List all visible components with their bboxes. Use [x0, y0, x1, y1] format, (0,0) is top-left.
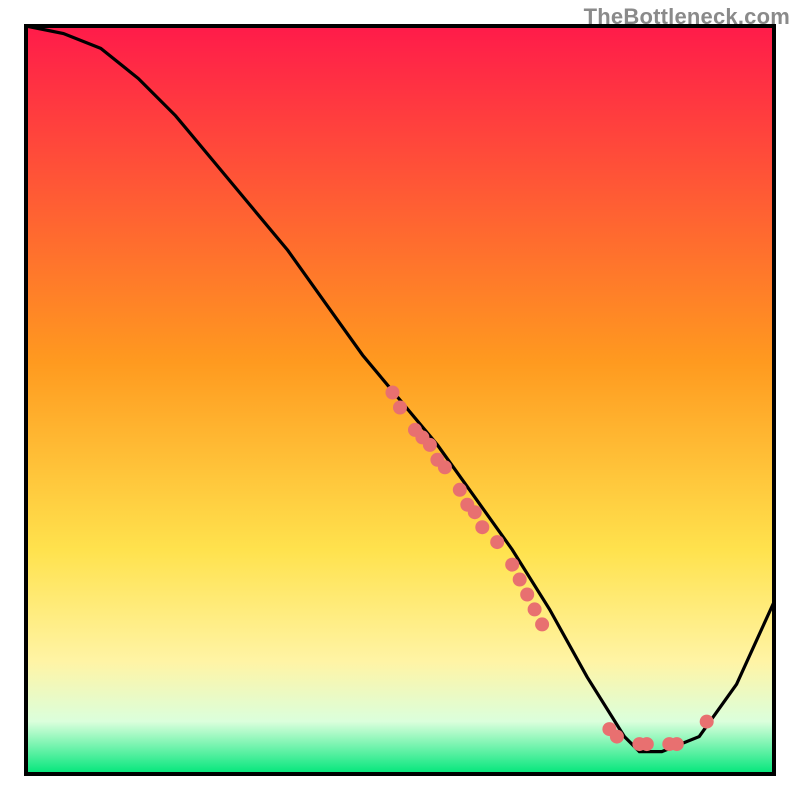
data-point — [423, 438, 437, 452]
data-point — [670, 737, 684, 751]
data-point — [453, 483, 467, 497]
data-point — [535, 617, 549, 631]
data-point — [505, 558, 519, 572]
data-point — [640, 737, 654, 751]
chart-svg — [0, 0, 800, 800]
data-point — [475, 520, 489, 534]
data-point — [610, 730, 624, 744]
data-point — [393, 401, 407, 415]
attribution-label: TheBottleneck.com — [584, 4, 790, 30]
data-point — [520, 588, 534, 602]
data-point — [468, 505, 482, 519]
data-point — [513, 573, 527, 587]
data-point — [700, 715, 714, 729]
data-point — [438, 460, 452, 474]
data-point — [490, 535, 504, 549]
chart-stage: TheBottleneck.com — [0, 0, 800, 800]
data-point — [386, 386, 400, 400]
data-point — [528, 602, 542, 616]
